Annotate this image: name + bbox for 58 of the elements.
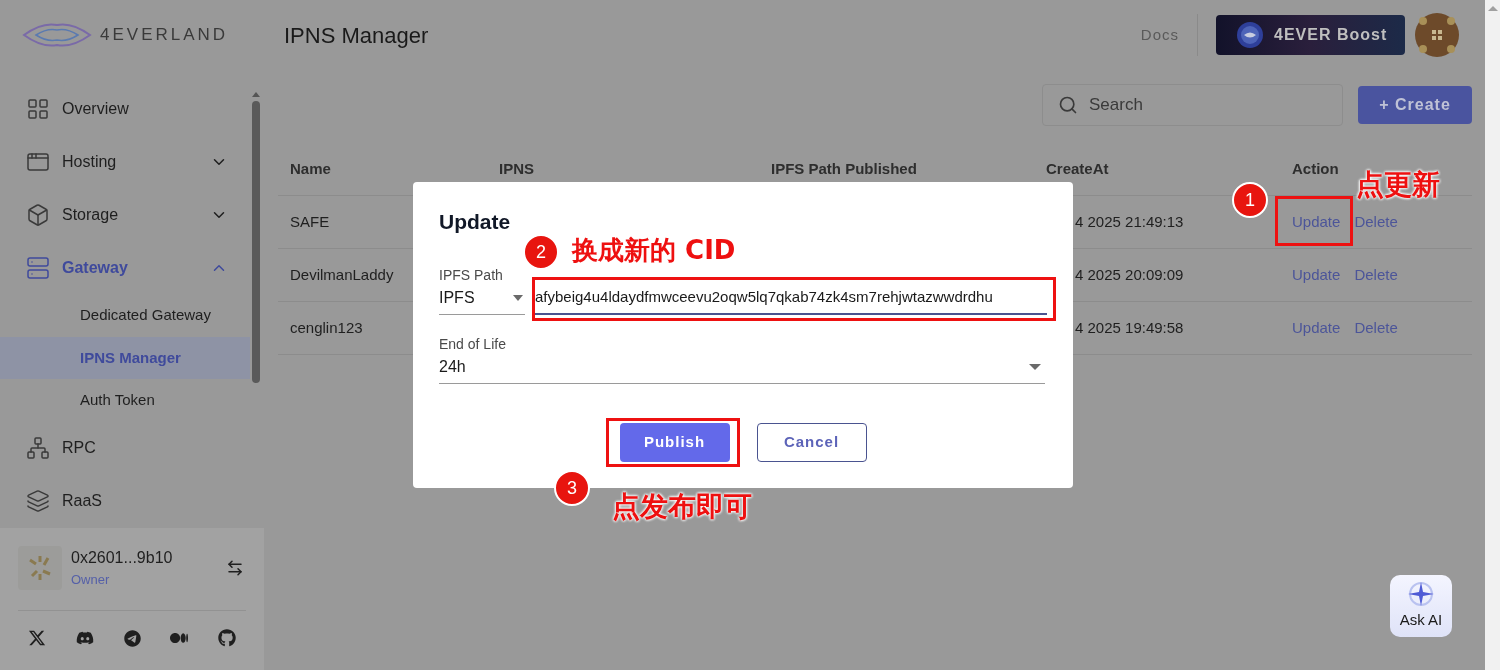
table-cell-text: DevilmanLaddy <box>289 264 394 285</box>
table-cell-text: 4 2025 19:49:58 <box>1074 317 1184 338</box>
table-cell-text: 4 2025 21:49:13 <box>1074 211 1184 232</box>
sidebar-item[interactable]: Hosting <box>0 135 250 189</box>
column-header: IPNS <box>498 159 534 180</box>
network-icon <box>26 436 50 461</box>
column-header: Action <box>1291 159 1339 180</box>
sparkle-icon <box>1407 580 1435 607</box>
boost-button[interactable]: 4EVER Boost <box>1216 15 1405 55</box>
discord-icon[interactable] <box>75 629 94 647</box>
create-button[interactable]: + Create <box>1358 86 1472 124</box>
ask-ai-button[interactable]: Ask AI <box>1390 575 1452 637</box>
caret-icon <box>1029 363 1041 370</box>
github-icon[interactable] <box>218 629 236 647</box>
column-header: CreateAt <box>1045 159 1109 180</box>
avatar <box>18 546 62 590</box>
user-avatar[interactable] <box>1415 13 1459 57</box>
x-icon[interactable] <box>28 629 46 647</box>
table-cell-text: cenglin123 <box>289 317 363 338</box>
annotation-text: 换成新的 CID <box>572 234 736 267</box>
wallet-address: 0x2601...9b10 <box>71 548 174 569</box>
table-cell-text: SAFE <box>289 211 330 232</box>
field-label: IPFS Path <box>439 265 504 285</box>
grid-icon <box>26 96 50 121</box>
path-type-select[interactable]: IPFS <box>439 285 525 315</box>
ipfs-path-input[interactable]: afybeig4u4ldaydfmwceevu2oqw5lq7qkab74zk4sm7rehjwtazwwdrdhu <box>535 286 1047 315</box>
logo-icon <box>22 20 92 50</box>
dialog-title: Update <box>439 209 512 235</box>
scrollbar[interactable] <box>1485 0 1500 670</box>
role-label: Owner <box>71 571 111 590</box>
logo-text: 4EVERLAND <box>100 24 229 47</box>
boost-icon <box>1236 21 1264 49</box>
sidebar-item[interactable]: RPC <box>0 421 250 475</box>
search-icon <box>1058 95 1078 115</box>
switch-icon[interactable] <box>226 559 244 577</box>
sidebar-subitem[interactable]: Dedicated Gateway <box>0 294 250 337</box>
column-header: Name <box>289 159 331 180</box>
sidebar-item[interactable]: Storage <box>0 188 250 242</box>
table-cell-text: 4 2025 20:09:09 <box>1074 264 1184 285</box>
server-icon <box>26 255 50 280</box>
annotation-text: 点更新 <box>1356 167 1440 203</box>
field-label: End of Life <box>439 334 507 354</box>
sidebar-subitem[interactable]: Auth Token <box>0 379 250 422</box>
annotation-text: 点发布即可 <box>612 489 752 525</box>
page-title: IPNS Manager <box>284 21 430 50</box>
box-icon <box>26 202 50 227</box>
sidebar-item[interactable]: RaaS <box>0 474 250 528</box>
caret-icon <box>513 294 523 301</box>
step-number: 3 <box>554 470 590 506</box>
layers-icon <box>26 489 50 514</box>
paper-plane-icon[interactable] <box>123 629 141 647</box>
search-field[interactable]: Search <box>1042 84 1343 126</box>
column-header: IPFS Path Published <box>770 159 917 180</box>
step-number: 1 <box>1232 182 1268 218</box>
sidebar-item[interactable]: Overview <box>0 82 250 136</box>
cancel-button[interactable]: Cancel <box>756 422 867 462</box>
publish-button[interactable]: Publish <box>619 422 730 462</box>
end-of-life-select[interactable]: 24h <box>439 354 1045 384</box>
